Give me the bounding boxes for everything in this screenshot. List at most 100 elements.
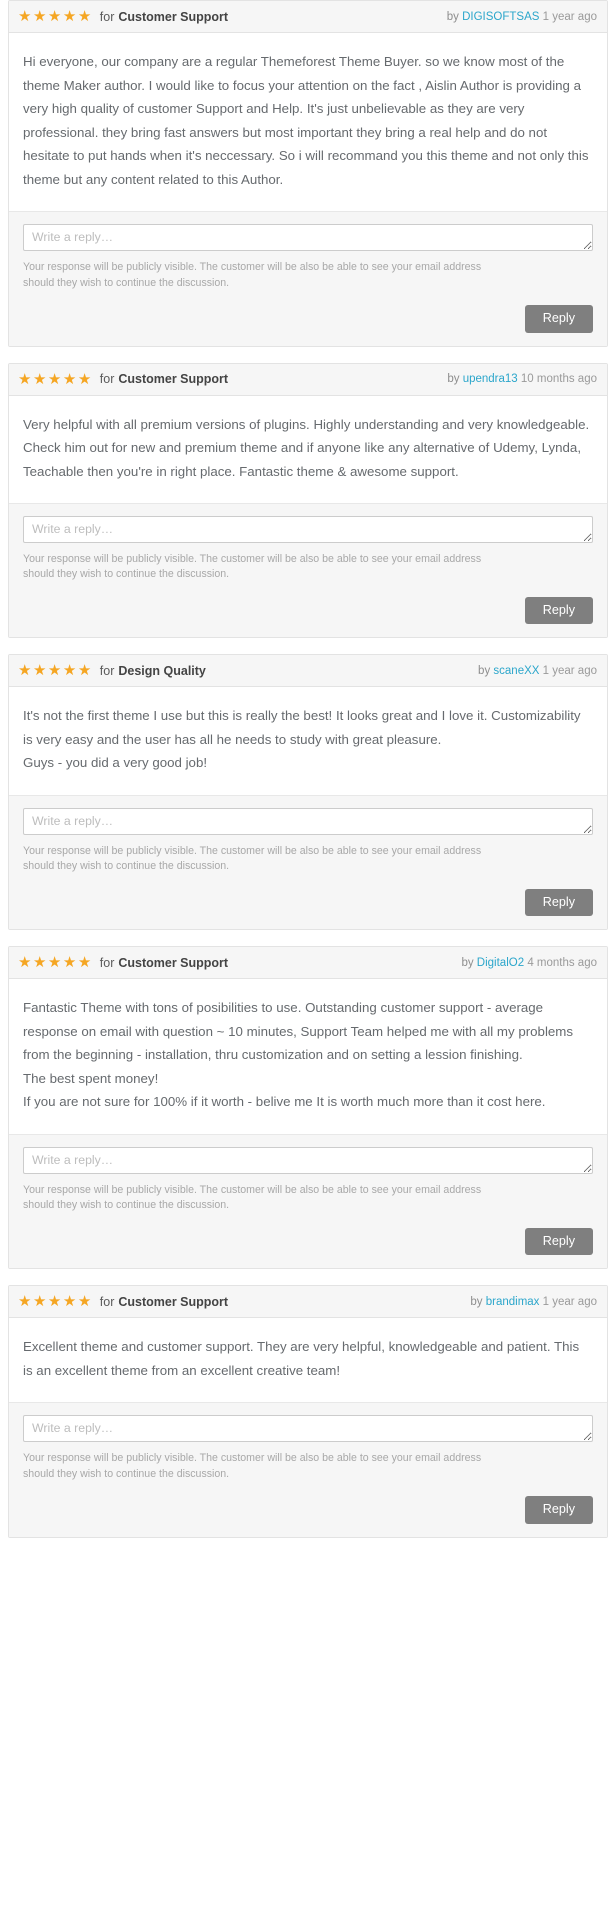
- review-body-text: Hi everyone, our company are a regular T…: [9, 33, 607, 212]
- review-criteria: Design Quality: [118, 663, 206, 678]
- reply-input[interactable]: [23, 516, 593, 544]
- star-icon: ★: [47, 954, 63, 972]
- star-icon: ★: [32, 1293, 48, 1311]
- reply-disclaimer: Your response will be publicly visible. …: [23, 845, 482, 873]
- by-label: by: [478, 664, 491, 677]
- reply-input[interactable]: [23, 1146, 593, 1174]
- star-icon: ★: [47, 8, 63, 25]
- star-icon: ★: [18, 8, 33, 25]
- reply-disclaimer: Your response will be publicly visible. …: [23, 553, 482, 581]
- reply-input[interactable]: [23, 1415, 593, 1443]
- for-label: for: [99, 663, 115, 678]
- star-icon: ★: [32, 954, 48, 972]
- star-rating-icon: ★ ★ ★ ★ ★: [18, 1294, 93, 1309]
- star-icon: ★: [77, 8, 93, 25]
- reply-actions: Reply: [23, 1496, 593, 1524]
- by-label: by: [461, 956, 474, 969]
- star-rating-icon: ★ ★ ★ ★ ★: [18, 9, 93, 24]
- star-icon: ★: [18, 1293, 33, 1311]
- star-icon: ★: [77, 370, 93, 388]
- star-icon: ★: [62, 370, 78, 388]
- star-icon: ★: [47, 662, 63, 680]
- review-header: ★ ★ ★ ★ ★ for Customer Support by upendra13 …: [9, 363, 607, 396]
- star-rating-icon: ★ ★ ★ ★ ★: [18, 372, 93, 387]
- star-icon: ★: [18, 662, 33, 680]
- for-label: for: [99, 1294, 115, 1309]
- for-label: for: [99, 955, 115, 970]
- for-label: for: [99, 372, 115, 386]
- for-label: for: [99, 9, 115, 24]
- review-card-2: ★ ★ ★ ★ ★ for Customer Support by upendra13 …: [8, 362, 608, 639]
- review-header-left: ★ ★ ★ ★ ★ for Design Quality: [18, 663, 206, 678]
- review-card-4: ★ ★ ★ ★ ★ for Customer Support by DigitalO2 …: [8, 946, 608, 1270]
- reply-button[interactable]: Reply: [524, 596, 593, 625]
- review-time-ago: 1 year ago: [542, 664, 597, 677]
- star-icon: ★: [62, 1293, 78, 1311]
- review-card-5: ★ ★ ★ ★ ★ for Customer Support by brandimax …: [8, 1285, 608, 1538]
- star-icon: ★: [18, 370, 33, 388]
- star-icon: ★: [47, 370, 63, 388]
- review-header: ★ ★ ★ ★ ★ for Customer Support by brandimax …: [9, 1286, 607, 1319]
- star-icon: ★: [18, 954, 33, 972]
- reply-area: Your response will be publicly visible. …: [9, 503, 607, 638]
- star-icon: ★: [62, 954, 78, 972]
- star-icon: ★: [62, 662, 78, 680]
- review-meta: by upendra13 10 months ago: [447, 373, 597, 385]
- star-rating-icon: ★ ★ ★ ★ ★: [18, 663, 93, 678]
- reply-button[interactable]: Reply: [524, 304, 593, 333]
- review-author-link[interactable]: scaneXX: [493, 665, 539, 677]
- reply-disclaimer: Your response will be publicly visible. …: [23, 261, 482, 289]
- review-meta: by brandimax 1 year ago: [470, 1296, 597, 1308]
- reply-area: Your response will be publicly visible. …: [9, 1402, 607, 1537]
- reply-area: Your response will be publicly visible. …: [9, 795, 607, 930]
- review-header: ★ ★ ★ ★ ★ for Design Quality by scaneXX 1 ye…: [9, 655, 607, 688]
- review-author-link[interactable]: DigitalO2: [477, 957, 524, 969]
- reply-area: Your response will be publicly visible. …: [9, 211, 607, 346]
- star-icon: ★: [47, 1293, 63, 1311]
- review-header-left: ★ ★ ★ ★ ★ for Customer Support: [18, 9, 228, 24]
- reply-input[interactable]: [23, 808, 593, 835]
- review-card-3: ★ ★ ★ ★ ★ for Design Quality by scaneXX 1 ye…: [8, 654, 608, 931]
- review-body-text: Fantastic Theme with tons of posibilitie…: [9, 979, 607, 1134]
- by-label: by: [447, 373, 460, 385]
- review-body-text: Very helpful with all premium versions o…: [9, 395, 607, 504]
- reply-actions: Reply: [23, 1227, 593, 1256]
- review-meta: by scaneXX 1 year ago: [478, 665, 597, 677]
- review-body-text: Excellent theme and customer support. Th…: [9, 1318, 607, 1403]
- review-meta: by DIGISOFTSAS 1 year ago: [447, 11, 597, 23]
- review-time-ago: 10 months ago: [520, 373, 597, 385]
- star-rating-icon: ★ ★ ★ ★ ★: [18, 955, 93, 970]
- reply-disclaimer: Your response will be publicly visible. …: [23, 1183, 482, 1212]
- reviews-list: ★ ★ ★ ★ ★ for Customer Support by DIGISOFTSA…: [0, 0, 616, 1568]
- review-criteria: Customer Support: [118, 955, 229, 970]
- by-label: by: [470, 1295, 483, 1308]
- star-icon: ★: [77, 954, 93, 972]
- reply-input[interactable]: [23, 224, 593, 252]
- review-time-ago: 1 year ago: [542, 10, 597, 23]
- star-icon: ★: [77, 662, 93, 680]
- reply-button[interactable]: Reply: [524, 1496, 593, 1524]
- review-header-left: ★ ★ ★ ★ ★ for Customer Support: [18, 372, 228, 387]
- review-body-text: It's not the first theme I use but this …: [9, 687, 607, 795]
- star-icon: ★: [32, 8, 48, 25]
- review-header-left: ★ ★ ★ ★ ★ for Customer Support: [18, 1294, 228, 1309]
- review-author-link[interactable]: brandimax: [486, 1296, 540, 1308]
- review-card-1: ★ ★ ★ ★ ★ for Customer Support by DIGISOFTSA…: [8, 0, 608, 347]
- reply-disclaimer: Your response will be publicly visible. …: [23, 1452, 482, 1480]
- review-author-link[interactable]: upendra13: [463, 373, 518, 385]
- star-icon: ★: [32, 370, 48, 388]
- reply-actions: Reply: [23, 888, 593, 917]
- review-header: ★ ★ ★ ★ ★ for Customer Support by DIGISOFTSA…: [9, 1, 607, 33]
- review-criteria: Customer Support: [118, 372, 229, 386]
- star-icon: ★: [77, 1293, 93, 1311]
- review-time-ago: 4 months ago: [527, 956, 597, 969]
- review-header: ★ ★ ★ ★ ★ for Customer Support by DigitalO2 …: [9, 947, 607, 980]
- reply-button[interactable]: Reply: [524, 1227, 593, 1256]
- review-header-left: ★ ★ ★ ★ ★ for Customer Support: [18, 955, 228, 970]
- reply-area: Your response will be publicly visible. …: [9, 1133, 607, 1269]
- review-author-link[interactable]: DIGISOFTSAS: [462, 11, 539, 23]
- review-time-ago: 1 year ago: [542, 1295, 597, 1308]
- by-label: by: [446, 10, 459, 23]
- star-icon: ★: [62, 8, 78, 25]
- reply-button[interactable]: Reply: [524, 888, 593, 917]
